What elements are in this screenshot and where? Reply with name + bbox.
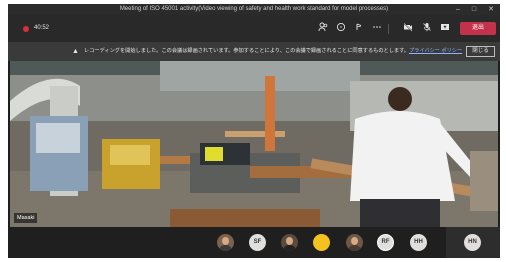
- factory-video-frame: [10, 61, 498, 227]
- dismiss-button[interactable]: 閉じる: [466, 46, 495, 57]
- more-icon[interactable]: [370, 22, 384, 36]
- people-icon[interactable]: [316, 22, 330, 36]
- participant-avatar[interactable]: RF: [377, 234, 394, 251]
- banner-message-wrapper: レコーディングを開始しました。この会議は録画されています。参加することにより、こ…: [84, 42, 462, 61]
- privacy-policy-link[interactable]: プライバシー ポリシー: [409, 48, 462, 54]
- avatar-body: [283, 245, 296, 251]
- mic-off-icon[interactable]: [420, 22, 434, 36]
- minimize-button[interactable]: –: [456, 4, 460, 15]
- banner-message: レコーディングを開始しました。この会議は録画されています。参加することにより、こ…: [84, 48, 409, 54]
- meeting-toolbar: 40:52 退出: [8, 15, 500, 42]
- teams-meeting-window: Meeting of ISO 45001 activity(Video view…: [8, 4, 500, 258]
- participant-avatar[interactable]: [313, 234, 330, 251]
- avatar-face: [222, 237, 229, 245]
- participant-tile: HN: [446, 227, 500, 258]
- avatar-initials: HH: [414, 239, 423, 245]
- participant-avatar[interactable]: [281, 234, 298, 251]
- avatar-face: [351, 237, 358, 245]
- maximize-button[interactable]: □: [472, 4, 476, 15]
- title-bar: Meeting of ISO 45001 activity(Video view…: [8, 4, 500, 15]
- leave-button[interactable]: 退出: [460, 22, 496, 35]
- video-feed: Masaki: [10, 61, 498, 227]
- participant-avatar[interactable]: SF: [249, 234, 266, 251]
- warning-icon: ▲: [72, 48, 79, 55]
- share-icon[interactable]: [438, 22, 452, 36]
- participant-avatar[interactable]: [217, 234, 234, 251]
- avatar-initials: HN: [468, 239, 477, 245]
- avatar-body: [219, 245, 232, 251]
- participant-avatar[interactable]: HN: [464, 234, 481, 251]
- camera-off-icon[interactable]: [401, 22, 415, 36]
- participant-avatar[interactable]: [346, 234, 363, 251]
- reactions-icon[interactable]: [352, 22, 366, 36]
- meeting-timer: 40:52: [34, 25, 50, 31]
- avatar-face: [286, 237, 293, 245]
- participant-strip: SF RF HH HN: [8, 227, 500, 258]
- window-title: Meeting of ISO 45001 activity(Video view…: [119, 6, 389, 12]
- avatar-initials: RF: [381, 239, 390, 245]
- avatar-initials: SF: [253, 239, 262, 245]
- window-controls: – □ ✕: [456, 4, 494, 15]
- recording-banner: ▲ レコーディングを開始しました。この会議は録画されています。参加することにより…: [8, 42, 500, 61]
- chat-icon[interactable]: [334, 22, 348, 36]
- toolbar-divider: [388, 24, 389, 34]
- participant-avatar[interactable]: HH: [410, 234, 427, 251]
- participant-name-tag: Masaki: [14, 213, 38, 223]
- close-button[interactable]: ✕: [488, 4, 494, 15]
- recording-icon: [23, 26, 29, 32]
- avatar-body: [348, 245, 361, 251]
